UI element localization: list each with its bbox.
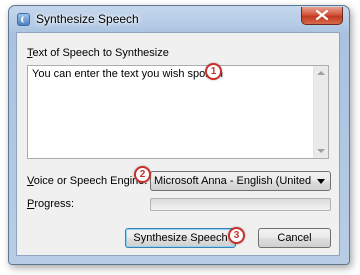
speech-app-icon (17, 13, 30, 26)
speech-text-input[interactable]: You can enter the text you wish spoken (27, 65, 329, 159)
callout-badge-1: 1 (205, 63, 222, 80)
voice-engine-value: Microsoft Anna - English (United States) (154, 175, 312, 187)
dialog-body: Text of Speech to Synthesize You can ent… (16, 32, 340, 256)
callout-badge-2: 2 (134, 166, 151, 183)
speech-text-value: You can enter the text you wish spoken (32, 68, 223, 80)
cancel-button[interactable]: Cancel (258, 228, 331, 248)
close-button[interactable] (301, 7, 343, 25)
synthesize-speech-button[interactable]: Synthesize Speech (125, 228, 236, 248)
title-bar[interactable]: Synthesize Speech (9, 6, 349, 32)
scroll-up-icon[interactable] (317, 71, 325, 75)
progress-bar (150, 198, 331, 211)
progress-label: Progress: (27, 198, 75, 210)
text-label: Text of Speech to Synthesize (27, 47, 169, 59)
voice-label: Voice or Speech Engine: (27, 175, 148, 187)
callout-badge-3: 3 (228, 227, 245, 244)
voice-engine-select[interactable]: Microsoft Anna - English (United States) (150, 171, 331, 191)
window-title: Synthesize Speech (36, 12, 139, 26)
scroll-down-icon[interactable] (317, 149, 325, 153)
chevron-down-icon (317, 179, 325, 184)
text-scrollbar[interactable] (313, 66, 328, 158)
close-icon (316, 10, 328, 20)
synthesize-speech-dialog: Synthesize Speech Text of Speech to Synt… (8, 5, 350, 265)
